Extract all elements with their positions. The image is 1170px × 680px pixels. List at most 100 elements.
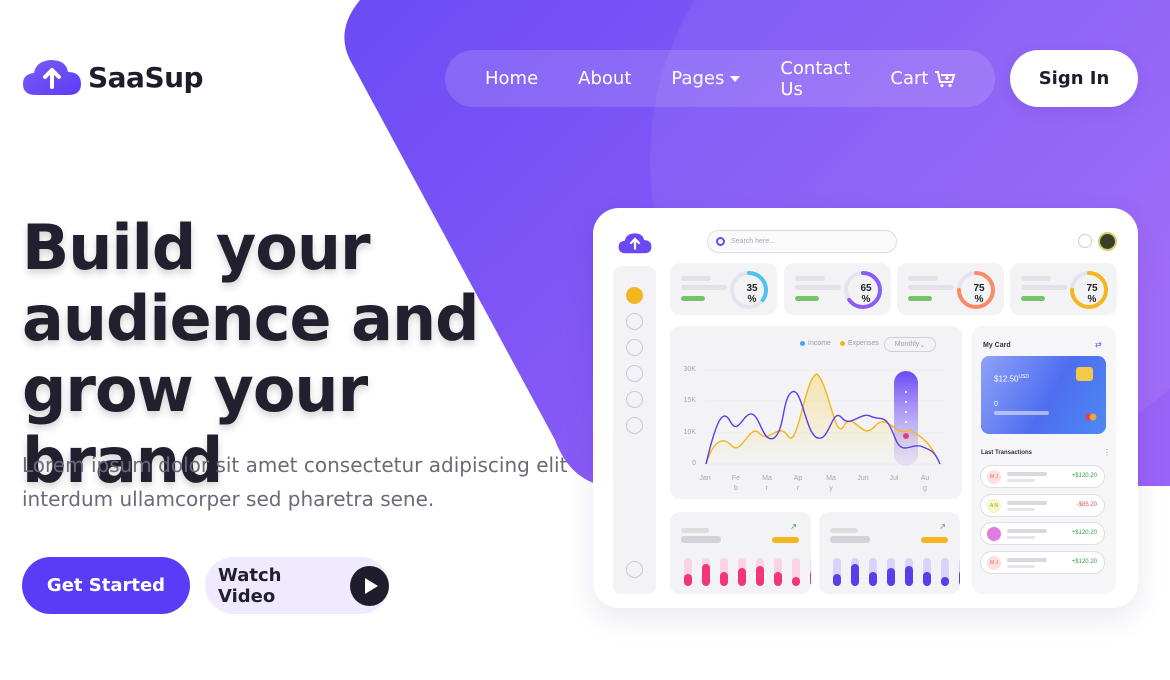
x-tick-line: Au [920, 475, 930, 482]
wallet-icon [626, 313, 643, 330]
nav-cart[interactable]: Cart [890, 68, 956, 89]
my-card-title: My Card [983, 342, 1011, 349]
search-icon [716, 237, 725, 246]
x-tick: Ma y [821, 474, 841, 494]
stat-unit: % [1087, 294, 1097, 305]
bar [720, 572, 728, 586]
stat-trend-bar [1021, 296, 1045, 301]
play-icon [350, 565, 389, 606]
stat-card: 75% [897, 263, 1004, 315]
stat-label-placeholder [1021, 285, 1067, 290]
bar [887, 568, 895, 586]
chat-icon [626, 391, 643, 408]
bell-icon [1078, 234, 1092, 248]
stat-label-placeholder [681, 276, 711, 281]
stat-unit: % [974, 294, 984, 305]
stat-value: 75 [1086, 283, 1098, 294]
x-tick-line: b [734, 485, 738, 492]
x-tick-line: Ma [826, 475, 836, 482]
stat-trend-bar [795, 296, 819, 301]
x-tick-line: y [829, 485, 833, 492]
card-amount-value: $12.50 [994, 374, 1019, 384]
get-started-button[interactable]: Get Started [22, 557, 190, 614]
avatar [1098, 232, 1117, 251]
x-tick: Jun [853, 474, 873, 484]
avatar: M J [987, 556, 1001, 570]
stat-value: 65 [860, 283, 872, 294]
stat-card: 75% [1010, 263, 1117, 315]
stat-unit: % [747, 294, 757, 305]
card-currency: USD [1018, 374, 1030, 380]
bar-group [684, 558, 811, 586]
bar [833, 574, 841, 586]
stat-trend-bar [681, 296, 705, 301]
transaction-amount: +$120.20 [1071, 559, 1097, 565]
stat-label-placeholder [908, 276, 938, 281]
transaction-name-placeholder [1007, 472, 1047, 476]
transaction-amount: -$85.20 [1076, 502, 1097, 508]
stat-unit: % [861, 294, 871, 305]
brand-logo[interactable]: SaaSup [22, 58, 204, 96]
avatar [987, 527, 1001, 541]
nav-pages-label: Pages [671, 68, 725, 89]
stat-label-placeholder [1021, 276, 1051, 281]
hero-subtitle-line: interdum ullamcorper sed pharetra sene. [22, 487, 435, 511]
transaction-row: M J +$120.20 [980, 465, 1105, 488]
stat-card: 65% [784, 263, 891, 315]
bar [774, 572, 782, 586]
x-tick-line: Jul [889, 475, 899, 482]
transaction-name-placeholder [1007, 558, 1047, 562]
x-tick-line: Ma [762, 475, 772, 482]
sign-in-button[interactable]: Sign In [1010, 50, 1138, 107]
transaction-amount: +$120.20 [1071, 473, 1097, 479]
stat-percent: 35% [738, 283, 766, 305]
stat-value: 75 [973, 283, 985, 294]
x-tick-line: Jun [857, 475, 869, 482]
mastercard-icon [1085, 413, 1097, 421]
x-tick-line: Ap [793, 475, 803, 482]
hero-subtitle: Lorem ipsum dolor sit amet consectetur a… [22, 448, 582, 516]
search-placeholder: Search here... [731, 238, 775, 245]
bar [738, 568, 746, 586]
transaction-date-placeholder [1007, 536, 1035, 539]
dashboard-preview: Search here... Income Expenses Monthly ⌄ … [593, 208, 1138, 608]
x-tick: Au g [915, 474, 935, 494]
stat-value: 35 [746, 283, 758, 294]
nav-contact-label: Contact Us [780, 57, 851, 100]
stat-percent: 75% [1078, 283, 1106, 305]
brand-name: SaaSup [88, 60, 204, 94]
cloud-upload-icon [618, 233, 652, 254]
nav-about[interactable]: About [578, 68, 631, 89]
bar-group [833, 558, 960, 586]
bar [851, 564, 859, 586]
nav-cart-label: Cart [890, 68, 929, 89]
highlight-point [903, 433, 909, 439]
bar [923, 572, 931, 586]
card-chip-icon [1076, 367, 1093, 381]
watch-video-button[interactable]: Watch Video [205, 557, 389, 614]
transaction-row: +$120.20 [980, 522, 1105, 545]
nav-home-label: Home [485, 68, 539, 89]
swap-icon: ⇄ [1095, 340, 1102, 349]
nav-about-label: About [578, 68, 632, 89]
card-number-placeholder [994, 411, 1049, 415]
logout-icon [626, 561, 643, 578]
nav-contact[interactable]: Contact Us [780, 58, 850, 100]
watch-video-label: Watch Video [218, 564, 282, 607]
nav-pages[interactable]: Pages [671, 68, 741, 89]
more-icon: ⋮ [1103, 448, 1111, 457]
bar [792, 577, 800, 586]
x-tick: Fe b [726, 474, 746, 494]
x-tick-line: r [765, 485, 769, 492]
my-card-panel: My Card ⇄ $12.50USD 0 Last Transactions … [971, 326, 1116, 594]
x-tick-line: g [923, 485, 927, 492]
stat-percent: 65% [852, 283, 880, 305]
stat-card: 35% [670, 263, 777, 315]
avatar: A N [987, 499, 1001, 513]
nav-home[interactable]: Home [485, 68, 538, 89]
hero-title-line: Build your [22, 211, 371, 284]
cart-icon [935, 70, 956, 87]
calendar-icon [626, 365, 643, 382]
bar [702, 564, 710, 586]
stat-label-placeholder [795, 276, 825, 281]
